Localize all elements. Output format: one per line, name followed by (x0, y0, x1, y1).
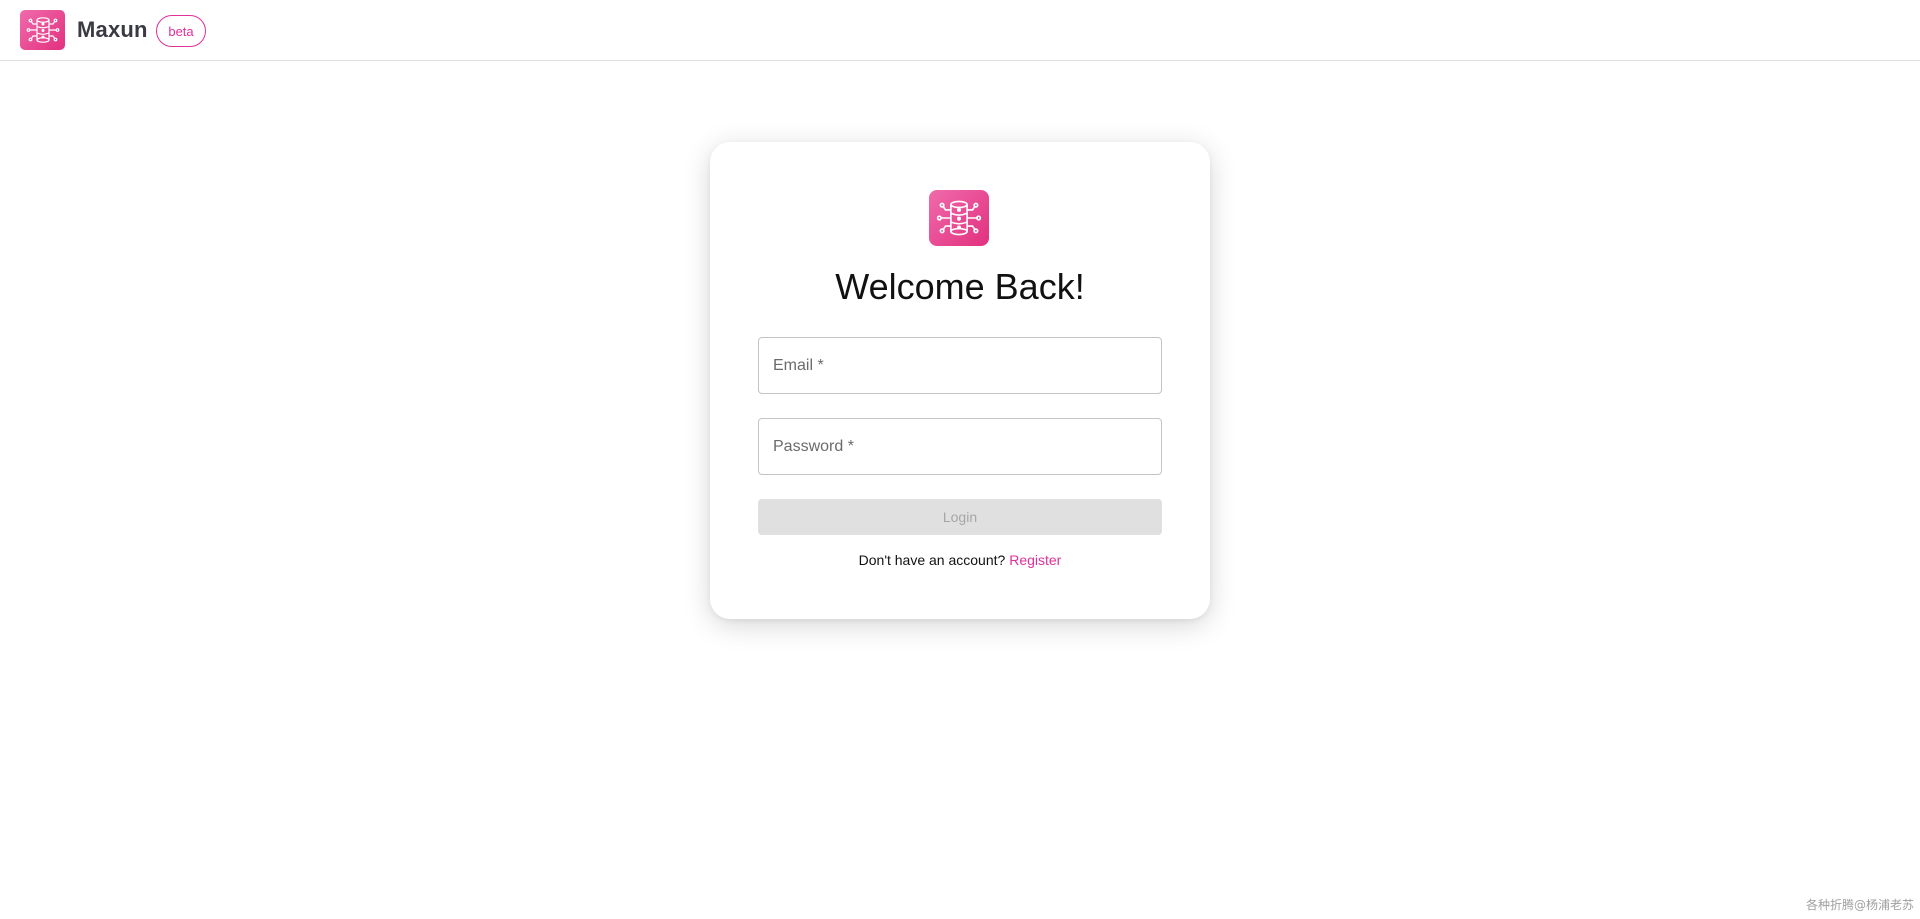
register-prompt: Don't have an account? Register (710, 552, 1210, 568)
register-link[interactable]: Register (1009, 552, 1061, 568)
login-button[interactable]: Login (758, 499, 1162, 535)
email-field[interactable] (758, 337, 1162, 394)
register-prompt-text: Don't have an account? (858, 552, 1006, 568)
email-input[interactable] (759, 338, 1161, 393)
password-input[interactable] (759, 419, 1161, 474)
database-network-icon (929, 190, 989, 246)
login-card: Welcome Back! Login Don't have an accoun… (710, 142, 1210, 619)
top-bar: Maxun beta (0, 0, 1920, 61)
beta-badge: beta (156, 15, 206, 47)
page-title: Welcome Back! (835, 266, 1085, 307)
password-field[interactable] (758, 418, 1162, 475)
database-network-icon[interactable] (20, 10, 65, 50)
watermark-text: 各种折腾@杨浦老苏 (1805, 898, 1914, 912)
brand-name[interactable]: Maxun (77, 17, 148, 43)
